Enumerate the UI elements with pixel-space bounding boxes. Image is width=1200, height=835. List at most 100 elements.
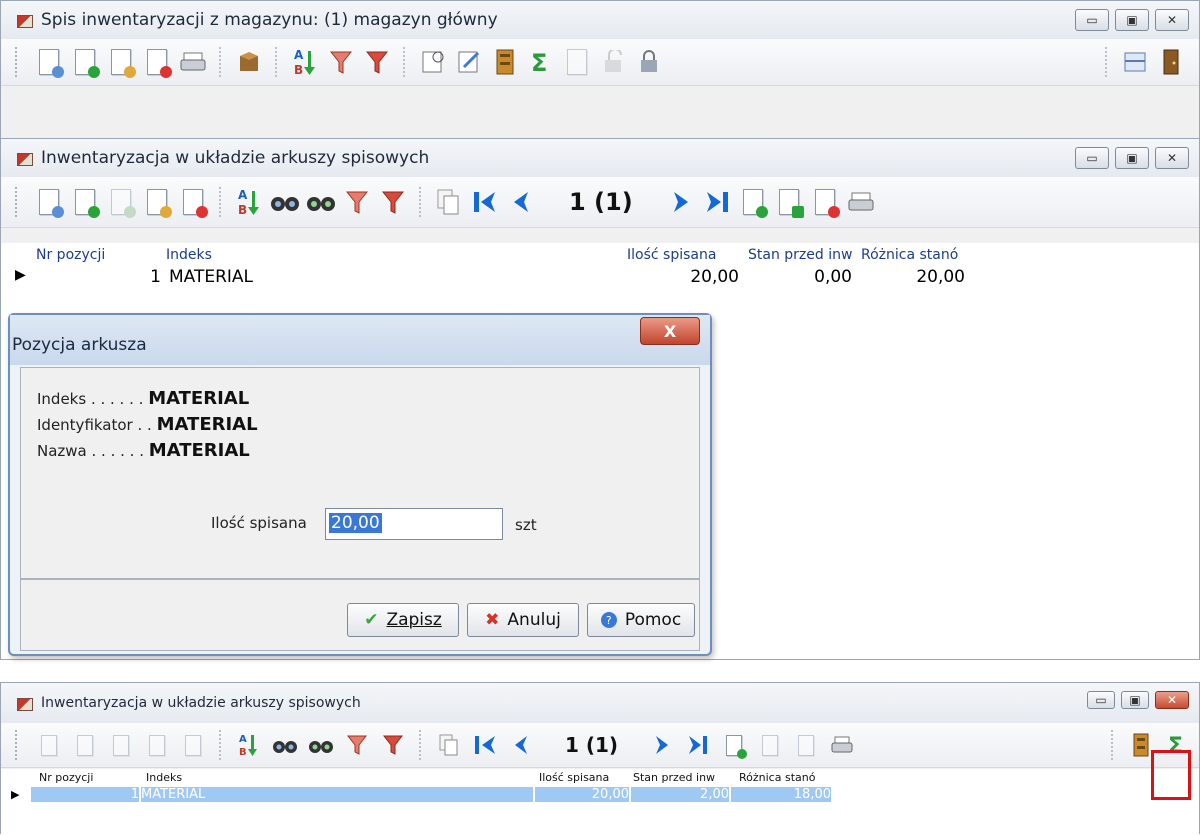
preview-doc-icon[interactable] [31,184,67,220]
cell-nr: 1 [31,787,139,802]
help-icon: ? [600,612,617,628]
edit-doc-icon[interactable] [103,44,139,80]
edit-sheet-icon[interactable] [451,44,487,80]
first-page-icon[interactable] [467,184,503,220]
add-doc-icon[interactable] [716,727,752,763]
sort-az-icon[interactable]: AB [287,44,323,80]
find-next-icon[interactable] [303,727,339,763]
copy-docs-icon[interactable] [431,727,467,763]
sum-icon[interactable]: Σ [523,44,559,80]
column-header[interactable]: Ilość spisana [627,247,716,263]
binoculars-icon[interactable] [267,727,303,763]
delete-doc-icon[interactable] [175,727,211,763]
filter-icon[interactable] [339,184,375,220]
dialog-close-button[interactable]: X [640,317,700,345]
preview-doc-icon[interactable] [31,44,67,80]
filter-clear-icon[interactable] [375,727,411,763]
package-icon[interactable] [231,44,267,80]
doc-lock-icon[interactable] [559,44,595,80]
column-header[interactable]: Nr pozycji [36,247,105,263]
copy-docs-icon[interactable] [431,184,467,220]
filter-icon[interactable] [323,44,359,80]
import-doc-icon[interactable] [752,727,788,763]
add-doc-icon[interactable] [735,184,771,220]
prev-page-icon[interactable] [503,184,539,220]
edit-doc-icon[interactable] [139,727,175,763]
next-page-icon[interactable] [644,727,680,763]
table-row[interactable]: ▶ 1 MATERIAL 20,00 2,00 18,00 [1,787,841,805]
help-button[interactable]: ? Pomoc [587,603,695,637]
svg-text:Σ: Σ [531,50,547,74]
maximize-button[interactable]: ▣ [1115,147,1149,169]
filter-clear-icon[interactable] [375,184,411,220]
table-row[interactable]: ▶ 1 MATERIAL 20,00 0,00 20,00 [1,265,981,291]
add-doc-icon[interactable] [67,727,103,763]
column-header[interactable]: Stan przed inw [748,247,852,263]
column-header[interactable]: Indeks [166,247,212,263]
add-doc-icon[interactable] [67,44,103,80]
close-button[interactable]: ✕ [1155,691,1189,709]
svg-text:A: A [239,734,247,745]
last-page-icon[interactable] [680,727,716,763]
add-item-icon[interactable] [103,184,139,220]
maximize-button[interactable]: ▣ [1115,9,1149,31]
column-header[interactable]: Różnica stanó [861,247,958,263]
checklist-icon[interactable] [415,44,451,80]
filter-icon[interactable] [339,727,375,763]
remove-docs-icon[interactable] [788,727,824,763]
print-icon[interactable] [175,44,211,80]
column-header[interactable]: Ilość spisana [539,771,609,784]
sort-az-icon[interactable]: AB [231,184,267,220]
last-page-icon[interactable] [699,184,735,220]
app-icon [17,12,33,28]
minimize-button[interactable]: ▭ [1087,691,1115,709]
window-title: Inwentaryzacja w układzie arkuszy spisow… [41,695,361,711]
qty-input[interactable]: 20,00 [325,508,503,540]
layout-icon[interactable] [1117,44,1153,80]
archive-icon[interactable] [487,44,523,80]
position-dialog: Pozycja arkusza X Indeks . . . . . . MAT… [8,313,712,656]
column-header[interactable]: Stan przed inw [633,771,715,784]
column-header[interactable]: Nr pozycji [39,771,93,784]
close-button[interactable]: ✕ [1155,147,1189,169]
svg-text:B: B [294,63,303,77]
edit-doc-icon[interactable] [139,184,175,220]
maximize-button[interactable]: ▣ [1121,691,1149,709]
unlock-icon[interactable] [595,44,631,80]
binoculars-icon[interactable] [267,184,303,220]
print-icon[interactable] [824,727,860,763]
exit-door-icon[interactable] [1153,44,1189,80]
delete-doc-icon[interactable] [175,184,211,220]
add-doc-icon[interactable] [67,184,103,220]
remove-docs-icon[interactable] [807,184,843,220]
add-item-icon[interactable] [103,727,139,763]
first-page-icon[interactable] [467,727,503,763]
column-header[interactable]: Różnica stanó [739,771,815,784]
cell-stan: 0,00 [814,267,852,287]
find-next-icon[interactable] [303,184,339,220]
save-button[interactable]: ✔ Zapisz [347,603,459,637]
next-page-icon[interactable] [663,184,699,220]
cell-ilosc: 20,00 [535,787,629,802]
minimize-button[interactable]: ▭ [1075,9,1109,31]
filter-clear-icon[interactable] [359,44,395,80]
qty-label: Ilość spisana [211,514,307,532]
toolbar: AB 1 (1) [1,177,1199,228]
print-icon[interactable] [843,184,879,220]
prev-page-icon[interactable] [503,727,539,763]
window-title: Inwentaryzacja w układzie arkuszy spisow… [41,148,430,168]
unit-label: szt [515,516,537,534]
delete-doc-icon[interactable] [139,44,175,80]
preview-doc-icon[interactable] [31,727,67,763]
app-icon [17,150,33,166]
title-bar: Spis inwentaryzacji z magazynu: (1) maga… [1,1,1199,39]
cancel-button[interactable]: ✖ Anuluj [467,603,579,637]
column-header[interactable]: Indeks [146,771,182,784]
minimize-button[interactable]: ▭ [1075,147,1109,169]
import-doc-icon[interactable] [771,184,807,220]
lock-icon[interactable] [631,44,667,80]
close-button[interactable]: ✕ [1155,9,1189,31]
toolbar: AB 1 (1) Σ [1,723,1199,768]
svg-text:B: B [238,203,247,217]
sort-az-icon[interactable]: AB [231,727,267,763]
